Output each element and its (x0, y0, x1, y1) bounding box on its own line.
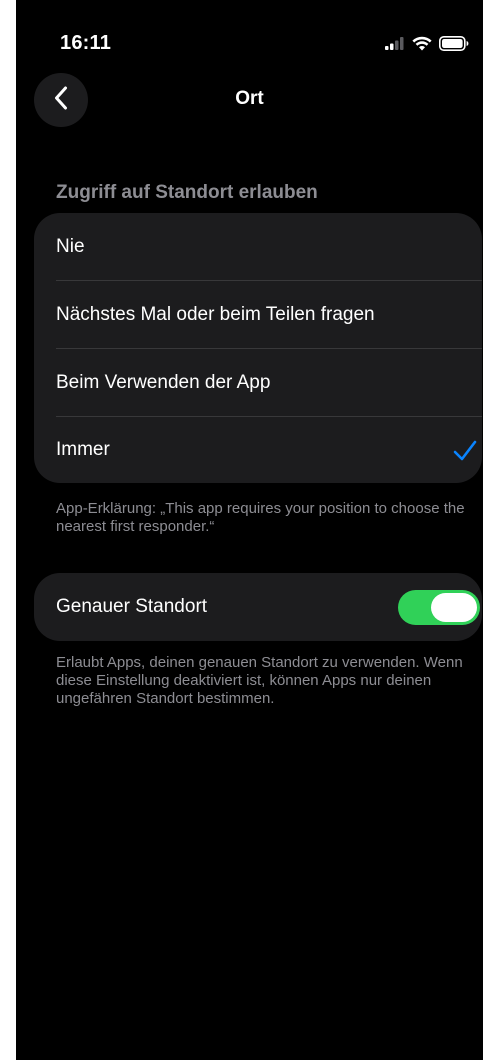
option-label: Nächstes Mal oder beim Teilen fragen (56, 304, 375, 325)
page-title: Ort (235, 88, 264, 109)
cellular-signal-icon (385, 36, 405, 50)
checkmark-icon (452, 439, 478, 463)
toggle-knob (431, 593, 477, 622)
wifi-icon (412, 36, 432, 51)
option-label: Beim Verwenden der App (56, 372, 271, 393)
status-time: 16:11 (60, 32, 112, 54)
precise-location-description: Erlaubt Apps, deinen genauen Standort zu… (56, 654, 463, 707)
status-bar: 16:11 (16, 0, 483, 80)
battery-icon (439, 35, 469, 51)
status-icons (385, 33, 469, 53)
option-always[interactable]: Immer (34, 417, 482, 483)
option-while-using-app[interactable]: Beim Verwenden der App (34, 349, 482, 417)
precise-location-row: Genauer Standort (34, 573, 482, 641)
app-explanation: App-Erklärung: „This app requires your p… (56, 500, 465, 535)
precise-location-toggle[interactable] (398, 590, 480, 625)
precise-location-label: Genauer Standort (56, 596, 208, 617)
screen: 16:11 Ort Zugriff auf Standort erlauben … (16, 0, 483, 1060)
location-access-options: Nie Nächstes Mal oder beim Teilen fragen… (34, 213, 482, 483)
option-label: Immer (56, 439, 110, 460)
option-ask-next-time[interactable]: Nächstes Mal oder beim Teilen fragen (34, 281, 482, 349)
section-header-location-access: Zugriff auf Standort erlauben (56, 182, 318, 203)
option-label: Nie (56, 236, 85, 257)
option-never[interactable]: Nie (34, 213, 482, 281)
